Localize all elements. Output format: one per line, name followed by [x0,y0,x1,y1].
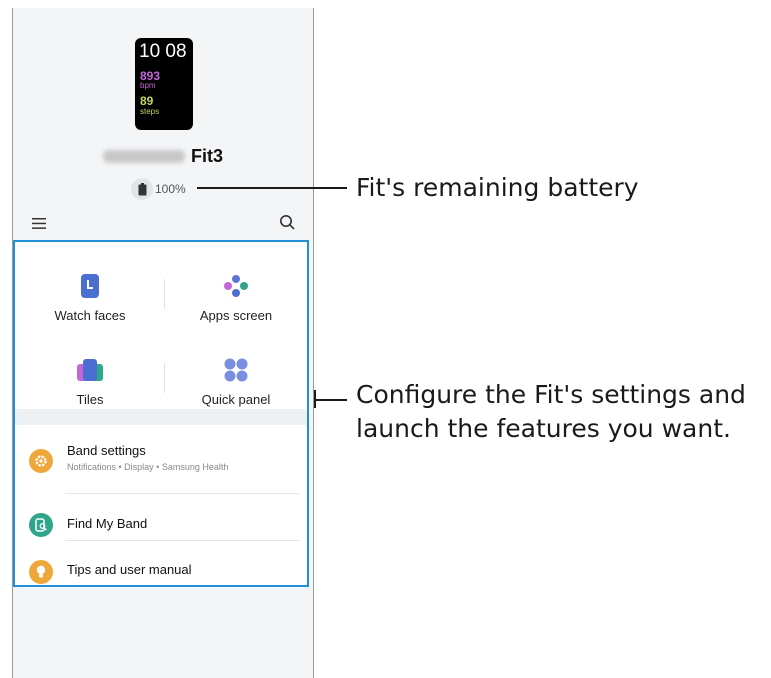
gear-icon [29,449,53,473]
band-preview: 10 08 893 bpm 89 steps [135,38,193,130]
apps-screen-label: Apps screen [199,308,273,323]
section-divider [15,409,307,425]
steps-value: 89 [140,94,154,108]
tips-item[interactable]: Tips and user manual [29,552,301,584]
battery-status: 100% [131,178,186,200]
panel-callout-line2: launch the features you want. [356,414,731,443]
find-band-icon [29,513,53,537]
panel-callout-line [314,399,347,401]
watch-time: 10 08 [139,41,187,62]
tips-title: Tips and user manual [67,562,192,577]
band-settings-title: Band settings [67,443,146,458]
watch-faces-label: Watch faces [54,308,126,323]
battery-callout: Fit's remaining battery [356,173,639,202]
find-my-band-item[interactable]: Find My Band [29,503,301,537]
list-divider [65,540,299,541]
quick-panel-button[interactable]: Quick panel [163,354,307,407]
device-name: Fit3 [13,146,313,167]
phone-screen: 10 08 893 bpm 89 steps Fit3 100% Watch f… [12,8,314,678]
features-panel: Watch faces Apps screen Tiles Quick pane… [13,240,309,587]
band-settings-subtitle: Notifications • Display • Samsung Health [67,462,229,472]
tiles-icon [72,354,108,386]
quick-panel-label: Quick panel [201,392,271,407]
blurred-owner-name [102,150,185,163]
quick-panel-icon [218,354,254,386]
apps-screen-button[interactable]: Apps screen [163,270,307,323]
device-model: Fit3 [190,146,223,166]
bulb-icon [29,560,53,584]
list-divider [65,493,299,494]
band-settings-item[interactable]: Band settings Notifications • Display • … [29,437,301,487]
watch-faces-button[interactable]: Watch faces [17,270,163,323]
search-icon[interactable] [279,214,296,236]
heart-rate-unit: bpm [140,81,156,90]
battery-percent: 100% [155,182,186,196]
watch-faces-icon [72,270,108,302]
steps-unit: steps [140,107,160,116]
apps-screen-icon [218,270,254,302]
find-my-band-title: Find My Band [67,516,148,531]
battery-callout-line [197,187,347,189]
tiles-label: Tiles [76,392,104,407]
hamburger-icon[interactable] [32,216,46,234]
tiles-button[interactable]: Tiles [17,354,163,407]
panel-callout-line1: Configure the Fit's settings and [356,380,746,409]
battery-icon [131,178,153,200]
